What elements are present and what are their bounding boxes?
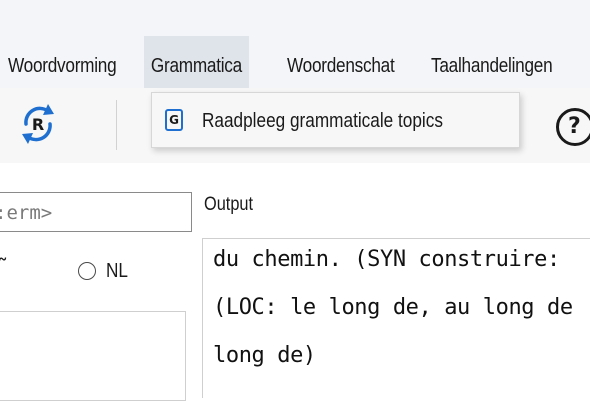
grammatica-dropdown-menu: G Raadpleeg grammaticale topics bbox=[151, 92, 520, 148]
output-line: long de) bbox=[213, 343, 316, 368]
menu-grammatica[interactable]: Grammatica bbox=[144, 36, 249, 88]
radio-nl-label: NL bbox=[106, 260, 128, 282]
window-top-strip bbox=[0, 0, 590, 36]
search-input[interactable]: :erm> bbox=[0, 192, 192, 232]
refresh-icon-letter: R bbox=[32, 115, 44, 134]
grammar-g-icon: G bbox=[165, 109, 183, 131]
help-icon[interactable]: ? bbox=[556, 108, 590, 146]
menu-woordenschat[interactable]: Woordenschat bbox=[287, 36, 395, 88]
output-line: (LOC: le long de, au long de bbox=[213, 295, 573, 320]
dropdown-item-grammar-topics[interactable]: G Raadpleeg grammaticale topics bbox=[152, 93, 519, 147]
radio-nl[interactable] bbox=[78, 262, 96, 280]
results-list-panel[interactable] bbox=[0, 311, 186, 401]
refresh-icon[interactable]: R bbox=[16, 96, 60, 152]
output-text-area[interactable]: du chemin. (SYN construire: (LOC: le lon… bbox=[202, 238, 590, 398]
output-label: Output bbox=[204, 194, 254, 215]
dropdown-item-label: Raadpleeg grammaticale topics bbox=[202, 110, 443, 132]
menu-taalhandelingen[interactable]: Taalhandelingen bbox=[431, 36, 553, 88]
menu-woordvorming[interactable]: Woordvorming bbox=[8, 36, 117, 88]
toolbar-separator bbox=[116, 100, 117, 150]
output-line: du chemin. (SYN construire: bbox=[213, 247, 560, 272]
